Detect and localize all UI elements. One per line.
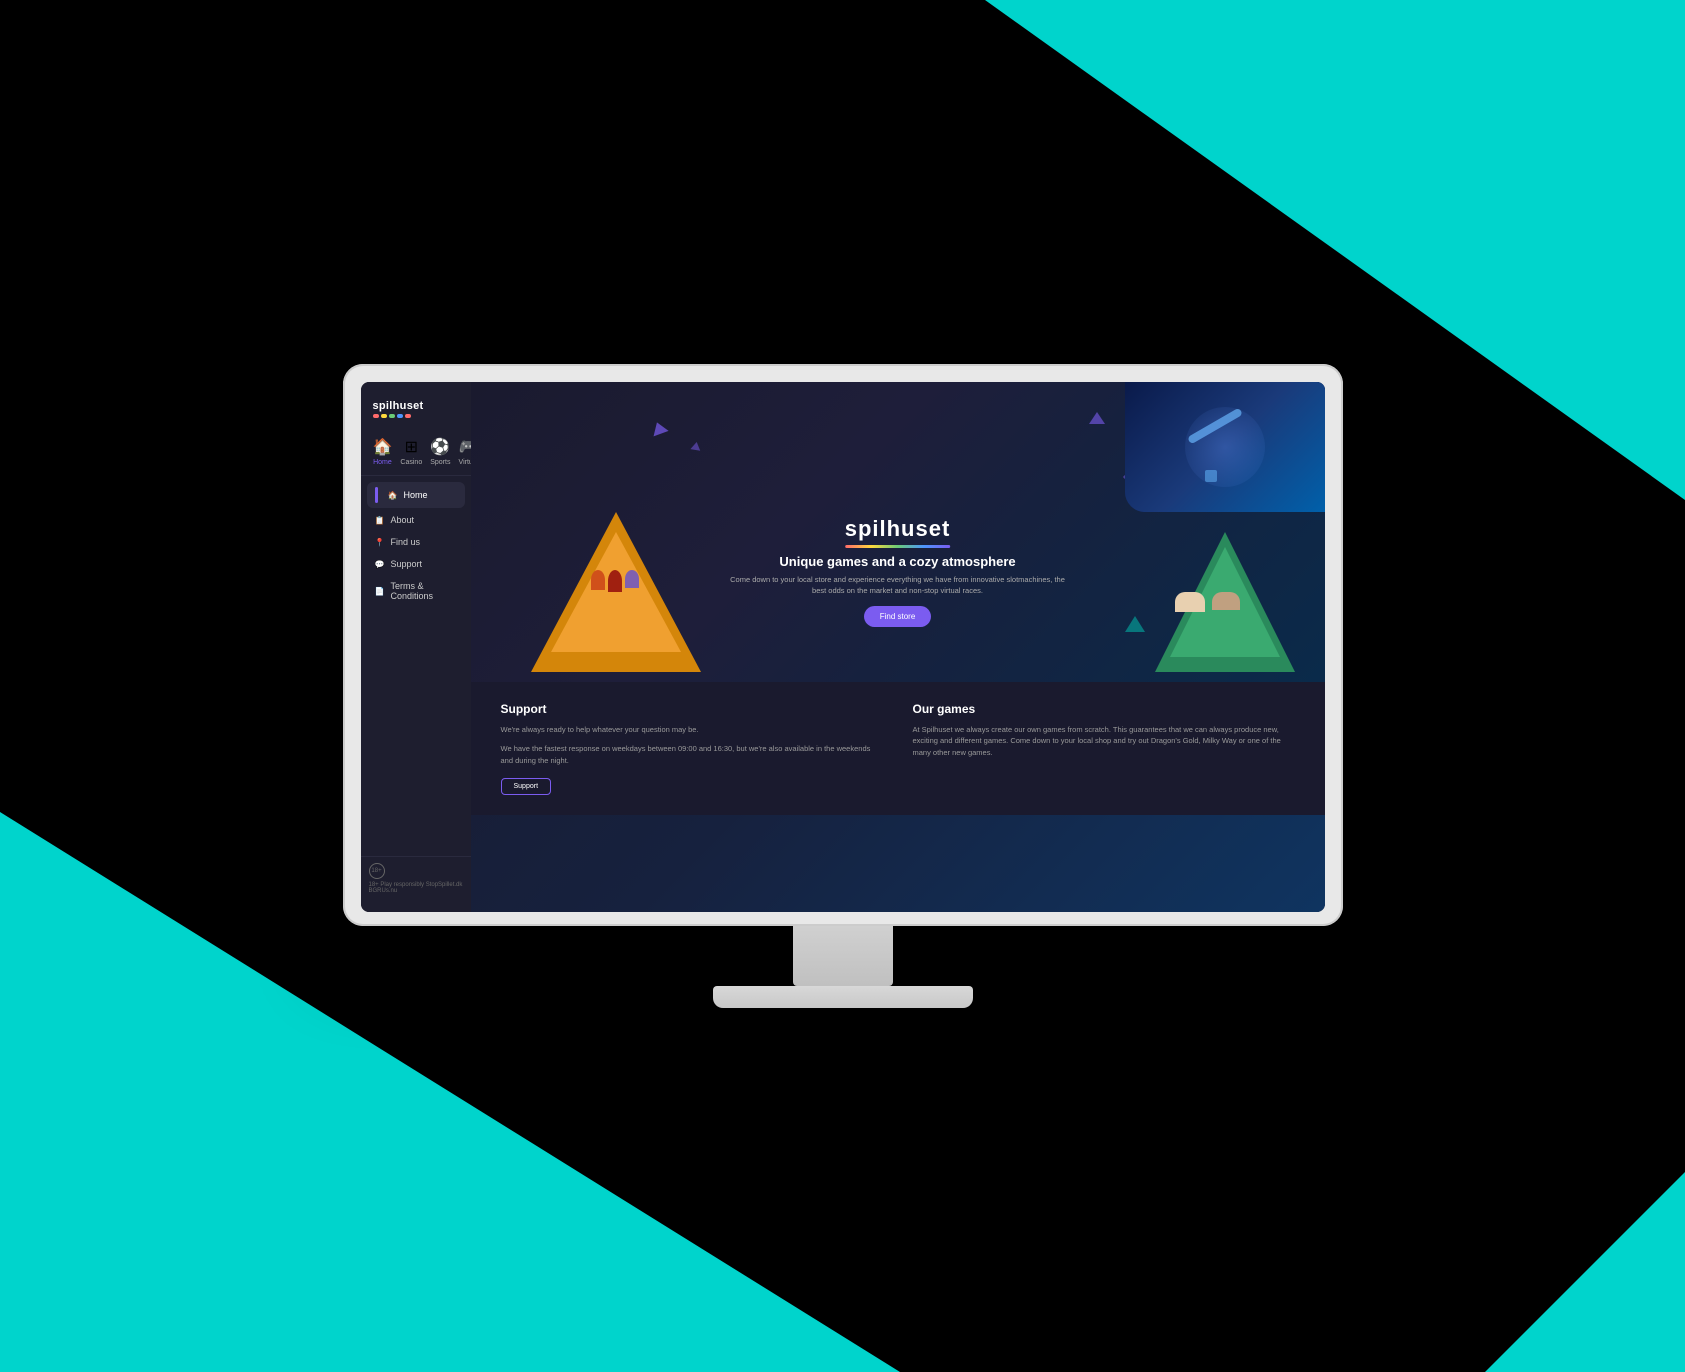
support-section: Support We're always ready to help whate… (501, 702, 883, 795)
sidebar-item-about[interactable]: 📋 About (367, 510, 465, 530)
sidebar-item-terms[interactable]: 📄 Terms & Conditions (367, 576, 465, 606)
info-sections: Support We're always ready to help whate… (471, 682, 1325, 815)
hero-section: spilhuset Unique games and a cozy atmosp… (471, 382, 1325, 682)
monitor-screen: spilhuset 🏠 Home (361, 382, 1325, 912)
dog-fig2 (1212, 592, 1240, 610)
logo-dot-blue (397, 414, 403, 418)
triangle-gold-inner (551, 532, 681, 652)
home-nav-icon: 🏠 (373, 437, 393, 457)
about-menu-icon: 📋 (375, 516, 385, 525)
sidebar-item-support[interactable]: 💬 Support (367, 554, 465, 574)
logo-dot-red (373, 414, 379, 418)
games-title: Our games (913, 702, 1295, 716)
home-menu-label: Home (403, 490, 427, 500)
char-fig2 (608, 570, 622, 592)
our-games-section: Our games At Spilhuset we always create … (913, 702, 1295, 795)
logo-dot-red2 (405, 414, 411, 418)
glow (1185, 407, 1265, 487)
bg-teal-bottom-right (1485, 1172, 1685, 1372)
active-indicator (375, 487, 378, 503)
monitor-stand-base (713, 986, 973, 1008)
char-left (531, 472, 701, 672)
monitor-wrapper: spilhuset 🏠 Home (343, 364, 1343, 1008)
char-figures (591, 570, 639, 592)
hero-title: Unique games and a cozy atmosphere (728, 554, 1068, 569)
dog-fig1 (1175, 592, 1205, 612)
terms-menu-label: Terms & Conditions (390, 581, 456, 601)
support-menu-label: Support (390, 559, 422, 569)
char-fig3 (625, 570, 639, 588)
nav-home-label: Home (373, 459, 392, 466)
support-para1: We're always ready to help whatever your… (501, 724, 883, 735)
char-fig1 (591, 570, 605, 590)
dog-figures (1175, 592, 1240, 612)
support-para2: We have the fastest response on weekdays… (501, 743, 883, 766)
findus-menu-label: Find us (390, 537, 420, 547)
about-menu-label: About (390, 515, 414, 525)
hero-brand: spilhuset (845, 516, 951, 548)
logo-area: spilhuset (361, 394, 471, 428)
nav-casino[interactable]: ⊞ Casino (396, 434, 426, 469)
tri-deco-3 (1089, 412, 1105, 424)
main-content: Log in (471, 382, 1325, 912)
monitor-stand-neck (793, 926, 893, 986)
hero-cta: Unique games and a cozy atmosphere Come … (728, 554, 1068, 627)
casino-nav-icon: ⊞ (405, 437, 418, 457)
sports-nav-icon: ⚽ (430, 437, 450, 457)
nav-icons-row: 🏠 Home ⊞ Casino ⚽ Sports 🎮 Virtual (361, 428, 471, 476)
monitor-body: spilhuset 🏠 Home (343, 364, 1343, 926)
games-text: At Spilhuset we always create our own ga… (913, 724, 1295, 758)
terms-menu-icon: 📄 (375, 587, 385, 596)
findus-menu-icon: 📍 (375, 538, 385, 547)
support-title: Support (501, 702, 883, 716)
find-store-button[interactable]: Find store (864, 606, 932, 627)
logo-dot-green (389, 414, 395, 418)
hero-description: Come down to your local store and experi… (728, 575, 1068, 596)
hero-brand-underline (845, 545, 951, 548)
nav-home[interactable]: 🏠 Home (369, 434, 397, 469)
logo-dots (373, 414, 411, 418)
tri-deco-5 (1125, 616, 1145, 632)
sidebar: spilhuset 🏠 Home (361, 382, 471, 912)
age-badge: 18+ (369, 863, 385, 879)
char-right (1155, 492, 1295, 672)
nav-sports[interactable]: ⚽ Sports (426, 434, 454, 469)
sidebar-footer-text: 18+ Play responsibly StopSpillet.dk BGRU… (369, 882, 463, 894)
home-menu-icon: 🏠 (388, 491, 398, 500)
logo-text: spilhuset (373, 400, 424, 412)
sidebar-item-findus[interactable]: 📍 Find us (367, 532, 465, 552)
logo-dot-yellow (381, 414, 387, 418)
nav-sports-label: Sports (430, 459, 450, 466)
sidebar-item-home[interactable]: 🏠 Home (367, 482, 465, 508)
support-button[interactable]: Support (501, 778, 552, 795)
tri-deco-1 (651, 422, 667, 434)
tri-deco-2 (691, 442, 701, 450)
hero-brand-text: spilhuset (845, 516, 951, 542)
sidebar-menu: 🏠 Home 📋 About 📍 Find us 💬 Support (361, 482, 471, 856)
support-menu-icon: 💬 (375, 560, 385, 569)
nav-casino-label: Casino (400, 459, 422, 466)
sidebar-footer: 18+ 18+ Play responsibly StopSpillet.dk … (361, 856, 471, 900)
